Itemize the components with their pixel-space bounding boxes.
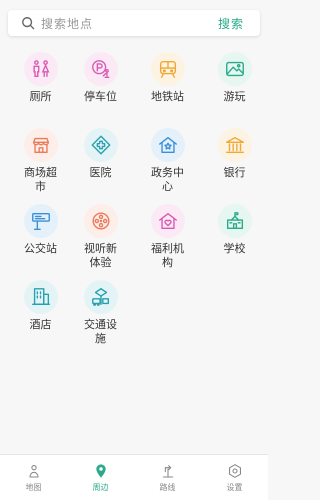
nav-settings[interactable]: 设置 — [201, 455, 268, 500]
location-pin-icon — [95, 463, 106, 478]
category-play[interactable]: 游玩 — [201, 52, 268, 128]
category-label: 公交站 — [24, 242, 57, 255]
nav-nearby[interactable]: 周边 — [67, 455, 134, 500]
category-mall[interactable]: 商场超市 — [0, 128, 67, 204]
category-bus-stop[interactable]: 公交站 — [0, 204, 67, 280]
bus-stop-icon — [23, 204, 58, 238]
transport-facility-icon — [83, 280, 118, 314]
nav-map[interactable]: 地图 — [0, 455, 67, 500]
nav-label: 地图 — [25, 482, 42, 492]
route-icon — [162, 464, 173, 478]
settings-icon — [228, 463, 241, 478]
nav-label: 设置 — [226, 482, 243, 492]
government-icon — [150, 128, 185, 162]
category-grid: 厕所 停车位 地铁站 游玩 商场超市 医院 政务中心 银行 公交站 视听新体验 … — [0, 52, 268, 356]
search-bar[interactable]: 搜索地点 搜索 — [8, 10, 260, 36]
film-reel-icon — [83, 204, 118, 238]
bottom-nav: 地图 周边 路线 设置 — [0, 454, 268, 500]
category-label: 地铁站 — [151, 90, 184, 103]
school-icon — [217, 204, 252, 238]
category-transport-facility[interactable]: 交通设施 — [67, 280, 134, 356]
category-hospital[interactable]: 医院 — [67, 128, 134, 204]
category-bank[interactable]: 银行 — [201, 128, 268, 204]
nav-label: 周边 — [92, 482, 109, 492]
category-school[interactable]: 学校 — [201, 204, 268, 280]
category-av-experience[interactable]: 视听新体验 — [67, 204, 134, 280]
search-button[interactable]: 搜索 — [218, 15, 244, 32]
category-label: 视听新体验 — [84, 242, 117, 269]
category-label: 福利机构 — [151, 242, 184, 269]
search-icon — [22, 17, 35, 30]
hotel-icon — [23, 280, 58, 314]
category-welfare[interactable]: 福利机构 — [134, 204, 201, 280]
subway-icon — [150, 52, 185, 86]
category-government[interactable]: 政务中心 — [134, 128, 201, 204]
category-label: 游玩 — [223, 90, 246, 103]
map-person-icon — [28, 464, 39, 478]
category-label: 交通设施 — [84, 318, 117, 345]
toilet-icon — [23, 52, 58, 86]
parking-icon — [83, 52, 118, 86]
hospital-icon — [83, 128, 118, 162]
category-label: 商场超市 — [24, 166, 57, 193]
search-input[interactable]: 搜索地点 — [41, 15, 218, 32]
category-label: 酒店 — [29, 318, 52, 331]
category-label: 医院 — [89, 166, 112, 179]
category-subway[interactable]: 地铁站 — [134, 52, 201, 128]
bank-icon — [217, 128, 252, 162]
category-label: 银行 — [223, 166, 246, 179]
category-label: 厕所 — [29, 90, 52, 103]
nav-label: 路线 — [159, 482, 176, 492]
category-label: 政务中心 — [151, 166, 184, 193]
category-label: 停车位 — [84, 90, 117, 103]
store-icon — [23, 128, 58, 162]
landscape-icon — [217, 52, 252, 86]
category-label: 学校 — [223, 242, 246, 255]
welfare-icon — [150, 204, 185, 238]
category-toilet[interactable]: 厕所 — [0, 52, 67, 128]
category-parking[interactable]: 停车位 — [67, 52, 134, 128]
nav-route[interactable]: 路线 — [134, 455, 201, 500]
category-hotel[interactable]: 酒店 — [0, 280, 67, 356]
